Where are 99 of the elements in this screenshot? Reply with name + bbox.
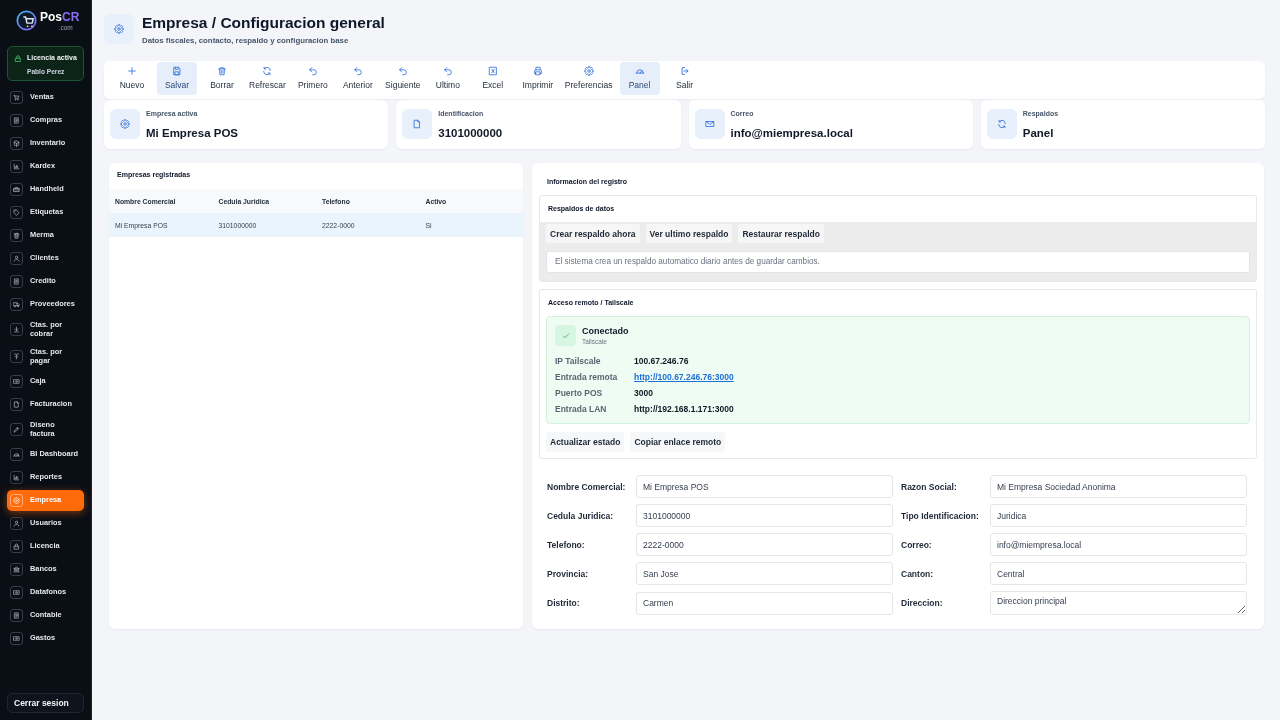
document-icon	[402, 109, 433, 139]
input-field[interactable]: Mi Empresa Sociedad Anonima	[990, 475, 1247, 498]
logo-icon	[16, 10, 37, 31]
field-label: Telefono:	[547, 539, 585, 550]
input-field[interactable]: Carmen	[636, 591, 893, 615]
toolbar-button[interactable]: Imprimir	[517, 62, 558, 95]
banknote-icon	[10, 586, 23, 599]
gear-icon	[10, 494, 23, 507]
undo-arrow-icon	[397, 66, 408, 76]
printer-icon	[532, 66, 543, 76]
user-icon	[10, 252, 23, 265]
action-button[interactable]: Crear respaldo ahora	[546, 224, 640, 243]
logo-wordmark: PosCR	[40, 10, 80, 24]
cart-icon	[10, 91, 23, 104]
detail-label: IP Tailscale	[555, 356, 601, 366]
toolbar-button[interactable]: Nuevo	[112, 62, 152, 95]
toolbar-button[interactable]: Siguiente	[382, 62, 423, 95]
tag-icon	[10, 206, 23, 219]
plus-icon	[127, 66, 137, 76]
receipt-icon	[10, 114, 23, 127]
bank-icon	[10, 563, 23, 576]
action-button[interactable]: Restaurar respaldo	[738, 224, 824, 243]
stat-value: info@miempresa.local	[730, 126, 853, 141]
download-icon	[10, 323, 23, 336]
gear-icon	[583, 66, 594, 76]
box-icon	[10, 137, 23, 150]
lock-icon	[10, 540, 23, 553]
field-label: Direccion:	[901, 598, 943, 608]
document-icon	[10, 398, 23, 411]
toolbar-button[interactable]: Excel	[472, 62, 513, 95]
toolbar-button[interactable]: Ultimo	[427, 62, 468, 95]
action-button[interactable]: Copiar enlace remoto	[630, 432, 726, 452]
bar-chart-icon	[10, 471, 23, 484]
field-label: Canton:	[901, 568, 934, 579]
banknote-icon	[10, 632, 23, 645]
detail-value: http://192.168.1.171:3000	[634, 404, 734, 414]
stat-value: Mi Empresa POS	[146, 126, 239, 141]
receipt-icon	[10, 609, 23, 622]
gauge-icon	[10, 448, 23, 461]
field-label: Tipo Identificacion:	[901, 510, 979, 521]
undo-arrow-icon	[442, 66, 453, 76]
toolbar-button[interactable]: Refrescar	[247, 62, 288, 95]
user-icon	[10, 517, 23, 530]
refresh-icon	[986, 109, 1017, 139]
stat-value: Panel	[1022, 126, 1054, 141]
field-label: Distrito:	[547, 598, 580, 608]
detail-label: Entrada LAN	[555, 404, 607, 414]
toolbar-button[interactable]: Primero	[292, 62, 333, 95]
page-title: Empresa / Configuracion general	[142, 14, 385, 32]
spreadsheet-icon	[487, 66, 498, 76]
field-label: Razon Social:	[901, 481, 957, 492]
banknote-icon	[10, 375, 23, 388]
input-field[interactable]: Mi Empresa POS	[636, 475, 893, 498]
input-field[interactable]: 3101000000	[636, 504, 893, 527]
input-field[interactable]: Central	[990, 562, 1247, 585]
truck-icon	[10, 298, 23, 311]
trash-icon	[217, 66, 227, 76]
briefcase-icon	[10, 183, 23, 196]
input-field[interactable]: San Jose	[636, 562, 893, 585]
textarea-field[interactable]: Direccion principal	[990, 591, 1247, 615]
lock-icon	[14, 54, 22, 63]
input-field[interactable]: 2222-0000	[636, 533, 893, 556]
info-note: El sistema crea un respaldo automatico diario antes de guardar cambios.	[546, 251, 1250, 273]
detail-value: 100.67.246.76	[634, 356, 689, 366]
trash-icon	[10, 229, 23, 242]
action-button[interactable]: Actualizar estado	[546, 432, 625, 452]
toolbar-button[interactable]: Borrar	[202, 62, 242, 95]
toolbar-button[interactable]: Anterior	[337, 62, 378, 95]
envelope-icon	[694, 109, 725, 139]
field-label: Provincia:	[547, 568, 589, 579]
upload-icon	[10, 350, 23, 363]
gear-icon	[110, 109, 140, 139]
toolbar-button[interactable]: Panel	[619, 62, 660, 95]
gauge-icon	[634, 66, 645, 76]
toolbar-button[interactable]: Salvar	[157, 62, 197, 95]
gear-icon	[104, 14, 134, 44]
detail-label: Puerto POS	[555, 388, 603, 398]
detail-value: 3000	[634, 388, 653, 398]
exit-arrow-icon	[679, 66, 690, 76]
input-field[interactable]: Juridica	[990, 504, 1247, 527]
remote-link[interactable]: http://100.67.246.76:3000	[634, 372, 734, 382]
action-button[interactable]: Ver ultimo respaldo	[645, 224, 733, 243]
toolbar-button[interactable]: Salir	[664, 62, 705, 95]
receipt-icon	[10, 275, 23, 288]
detail-label: Entrada remota	[555, 372, 618, 382]
logout-button[interactable]: Cerrar sesion	[7, 693, 84, 713]
check-icon	[555, 325, 576, 346]
toolbar-button[interactable]: Preferencias	[562, 62, 615, 95]
undo-arrow-icon	[352, 66, 363, 76]
input-field[interactable]: info@miempresa.local	[990, 533, 1247, 556]
stat-value: 3101000000	[438, 126, 503, 141]
field-label: Cedula Juridica:	[547, 510, 614, 521]
field-label: Nombre Comercial:	[547, 481, 626, 492]
field-label: Correo:	[901, 539, 932, 550]
undo-arrow-icon	[307, 66, 318, 76]
pencil-icon	[10, 423, 23, 436]
status-title: Conectado	[582, 325, 629, 337]
refresh-icon	[262, 66, 273, 76]
bar-chart-icon	[10, 160, 23, 173]
